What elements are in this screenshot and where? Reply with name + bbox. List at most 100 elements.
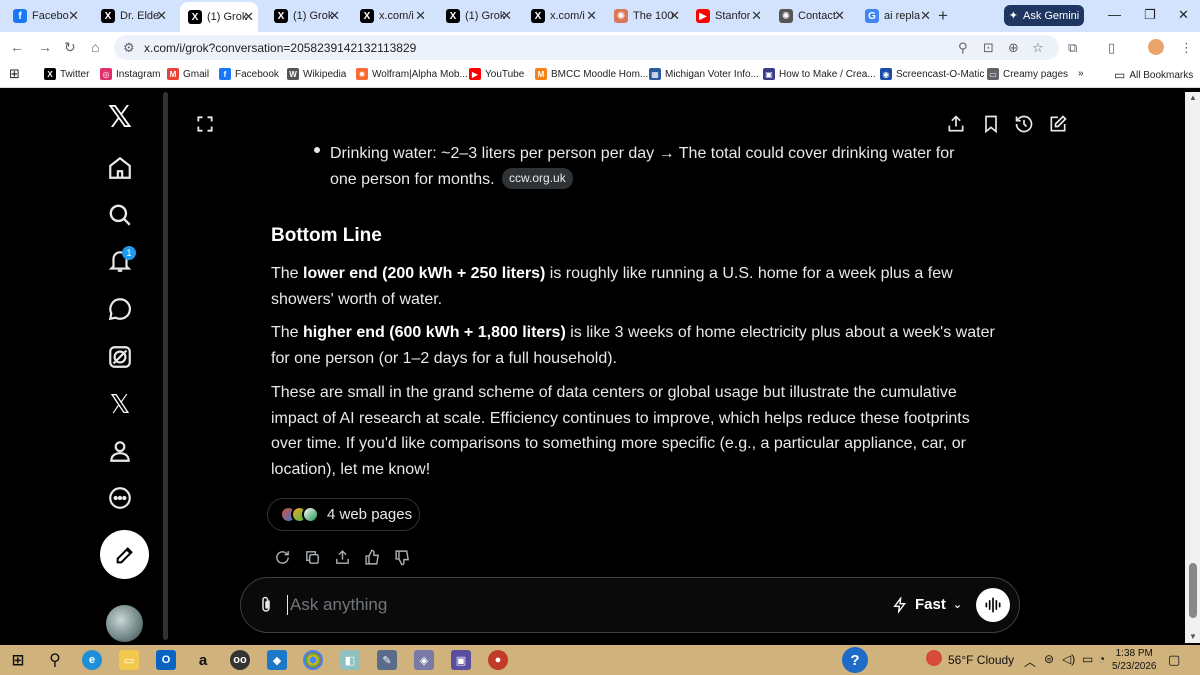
scroll-up-icon[interactable]: ▲	[1189, 93, 1197, 102]
tripadvisor-icon[interactable]: oo	[230, 650, 250, 670]
voice-mode-button[interactable]	[976, 588, 1010, 622]
bookmark-item[interactable]: M Gmail	[167, 68, 209, 80]
bookmark-item[interactable]: ◎ Instagram	[100, 68, 160, 80]
profile-avatar-icon[interactable]	[1148, 39, 1164, 55]
profile-icon[interactable]	[100, 431, 140, 471]
chrome-icon[interactable]	[303, 650, 323, 670]
search-icon[interactable]: ⚲	[45, 650, 65, 670]
ask-gemini-button[interactable]: ✦ Ask Gemini	[1004, 5, 1084, 26]
amazon-icon[interactable]: a	[193, 650, 213, 670]
windows-start-icon[interactable]: ⊞	[8, 650, 28, 670]
explore-search-icon[interactable]	[100, 195, 140, 235]
notifications-center-icon[interactable]: ▢	[1168, 652, 1180, 668]
game-character-icon[interactable]: ●	[488, 650, 508, 670]
grok-icon[interactable]	[100, 337, 140, 377]
close-tab-icon[interactable]: ✕	[586, 8, 597, 24]
bookmark-item[interactable]: ✹ Wolfram|Alpha Mob...	[356, 68, 468, 80]
bookmark-item[interactable]: ◉ Screencast-O-Matic	[880, 68, 984, 80]
browser-tab[interactable]: Gai repla ✕	[857, 4, 935, 28]
close-tab-icon[interactable]: ✕	[834, 8, 845, 24]
help-icon[interactable]: ?	[842, 647, 868, 673]
install-app-icon[interactable]: ⊡	[983, 40, 994, 56]
browser-menu-icon[interactable]: ⋮	[1180, 40, 1193, 56]
browser-tab[interactable]: ✺ Contact ✕	[771, 4, 849, 28]
bookmark-item[interactable]: M BMCC Moodle Hom...	[535, 68, 648, 80]
history-icon[interactable]	[1014, 114, 1034, 139]
browser-tab[interactable]: Xx.com/i ✕	[352, 4, 430, 28]
source-chip[interactable]: ccw.org.uk	[502, 167, 573, 189]
new-tab-button[interactable]: +	[938, 6, 948, 26]
game-app-icon[interactable]: ◈	[414, 650, 434, 670]
page-scrollbar-thumb[interactable]	[1189, 563, 1197, 618]
close-tab-icon[interactable]: ✕	[329, 8, 340, 24]
thumbs-down-icon[interactable]	[394, 549, 411, 571]
copy-icon[interactable]	[304, 549, 321, 571]
browser-tab[interactable]: X Dr. Elde ✕	[93, 4, 171, 28]
forward-icon[interactable]: →	[38, 39, 52, 55]
browser-tab[interactable]: X (1) Grok ✕	[180, 2, 258, 32]
outlook-icon[interactable]: O	[156, 650, 176, 670]
scroll-down-icon[interactable]: ▼	[1189, 632, 1197, 641]
volume-icon[interactable]: ◁)	[1062, 652, 1075, 666]
bookmark-item[interactable]: f Facebook	[219, 68, 279, 80]
battery-icon[interactable]: ▭	[1082, 652, 1093, 666]
home-icon[interactable]	[100, 148, 140, 188]
bookmark-star-icon[interactable]: ☆	[1032, 40, 1044, 56]
browser-tab[interactable]: ▶ Stanfor ✕	[688, 4, 766, 28]
mode-selector[interactable]: Fast ⌄	[892, 596, 962, 613]
thumbs-up-icon[interactable]	[364, 549, 381, 571]
apps-grid-icon[interactable]: ⊞	[9, 66, 20, 82]
edge-icon[interactable]: e	[82, 650, 102, 670]
taskbar-clock[interactable]: 1:38 PM 5/23/2026	[1112, 647, 1157, 673]
bookmark-item[interactable]: W Wikipedia	[287, 68, 346, 80]
browser-tab[interactable]: X (1) Grok ✕	[438, 4, 516, 28]
close-tab-icon[interactable]: ✕	[920, 8, 931, 24]
attach-paperclip-icon[interactable]	[257, 595, 275, 620]
ask-input-placeholder[interactable]: Ask anything	[287, 595, 387, 615]
tray-chevron-icon[interactable]: ︿	[1024, 653, 1036, 670]
side-panel-icon[interactable]: ▯	[1108, 40, 1115, 56]
close-tab-icon[interactable]: ✕	[751, 8, 762, 24]
fullscreen-icon[interactable]	[195, 114, 215, 139]
close-tab-icon[interactable]: ✕	[669, 8, 680, 24]
reload-icon[interactable]: ↻	[64, 39, 76, 56]
new-chat-icon[interactable]	[1048, 114, 1068, 139]
bookmark-item[interactable]: ▣ How to Make / Crea...	[763, 68, 876, 80]
extensions-icon[interactable]: ⧉	[1068, 40, 1077, 56]
browser-tab[interactable]: X (1) Grok ✕	[266, 4, 344, 28]
paint-app-icon[interactable]: ✎	[377, 650, 397, 670]
bookmarks-overflow-icon[interactable]: »	[1078, 68, 1084, 79]
network-icon[interactable]: ⊜	[1044, 652, 1054, 666]
wifi-icon[interactable]: ◔	[1098, 652, 1105, 666]
x-logo-icon[interactable]: 𝕏	[100, 97, 140, 137]
kodi-icon[interactable]: ◆	[267, 650, 287, 670]
browser-tab[interactable]: ✺ The 100 ✕	[606, 4, 684, 28]
browser-tab[interactable]: Xx.com/i ✕	[523, 4, 601, 28]
bookmark-item[interactable]: ▦ Michigan Voter Info...	[649, 68, 759, 80]
close-tab-icon[interactable]: ✕	[501, 8, 512, 24]
premium-x-icon[interactable]: 𝕏	[100, 384, 140, 424]
messages-icon[interactable]	[100, 289, 140, 329]
location-icon[interactable]: ⚲	[958, 40, 968, 56]
all-bookmarks[interactable]: ▭ All Bookmarks	[1114, 68, 1193, 82]
share-response-icon[interactable]	[334, 549, 351, 571]
close-tab-icon[interactable]: ✕	[156, 8, 167, 24]
url-text[interactable]: x.com/i/grok?conversation=20582391421321…	[144, 41, 416, 55]
close-tab-icon[interactable]: ✕	[68, 8, 79, 24]
bookmark-item[interactable]: ▭ Creamy pages	[987, 68, 1068, 80]
notes-app-icon[interactable]: ◧	[340, 650, 360, 670]
zoom-icon[interactable]: ⊕	[1008, 40, 1019, 56]
back-icon[interactable]: ←	[10, 39, 24, 55]
sidebar-scrollbar[interactable]	[163, 92, 168, 640]
media-app-icon[interactable]: ▣	[451, 650, 471, 670]
restore-icon[interactable]: ❐	[1144, 7, 1156, 23]
bookmark-item[interactable]: ▶ YouTube	[469, 68, 524, 80]
browser-tab[interactable]: f Facebo ✕	[5, 4, 83, 28]
web-pages-sources-button[interactable]: 4 web pages	[267, 498, 420, 531]
regenerate-icon[interactable]	[274, 549, 291, 571]
weather-text[interactable]: 56°F Cloudy	[948, 653, 1014, 667]
bookmark-item[interactable]: X Twitter	[44, 68, 89, 80]
bookmark-icon[interactable]	[981, 114, 1001, 139]
page-scrollbar[interactable]	[1185, 92, 1200, 643]
file-explorer-icon[interactable]: ▭	[119, 650, 139, 670]
